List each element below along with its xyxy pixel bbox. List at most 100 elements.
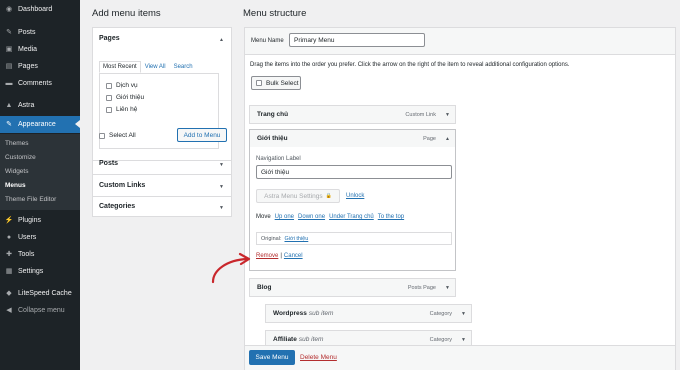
sidebar-item-users[interactable]: ● Users <box>0 229 80 246</box>
sidebar-item-label: Collapse menu <box>18 307 65 314</box>
sidebar-item-label: Astra <box>18 102 35 109</box>
navigation-label-input[interactable]: Giới thiệu <box>256 165 452 179</box>
chevron-down-icon: ▼ <box>219 162 224 168</box>
move-to-top-link[interactable]: To the top <box>378 214 404 220</box>
link-separator: | <box>280 253 282 259</box>
submenu-menus[interactable]: Menus <box>5 182 26 189</box>
menu-footer-bar: Save Menu Delete Menu <box>245 345 675 370</box>
sidebar-item-label: Posts <box>18 29 36 36</box>
sidebar-item-label: Plugins <box>18 217 41 224</box>
menu-structure-heading: Menu structure <box>243 8 307 19</box>
add-to-menu-button[interactable]: Add to Menu <box>177 128 227 142</box>
astra-settings-label: Astra Menu Settings <box>264 192 323 200</box>
select-all-label: Select All <box>109 132 136 139</box>
menu-item-blog[interactable]: Blog Posts Page ▼ <box>249 278 456 297</box>
tab-most-recent[interactable]: Most Recent <box>99 61 141 73</box>
drag-instructions: Drag the items into the order you prefer… <box>250 62 570 68</box>
pin-icon: ✎ <box>6 29 12 36</box>
delete-menu-link[interactable]: Delete Menu <box>300 354 337 361</box>
sidebar-item-astra[interactable]: ▲ Astra <box>0 97 80 114</box>
posts-section[interactable]: Posts ▼ <box>93 153 231 175</box>
move-under-link[interactable]: Under Trang chủ <box>329 214 374 220</box>
unlock-link[interactable]: Unlock <box>346 193 364 199</box>
sidebar-item-posts[interactable]: ✎ Posts <box>0 24 80 41</box>
chevron-down-icon[interactable]: ▼ <box>461 311 466 317</box>
original-label: Original: <box>261 235 282 242</box>
sidebar-item-label: Appearance <box>18 121 56 128</box>
move-links: Move Up one Down one Under Trang chủ To … <box>256 214 404 220</box>
checkbox[interactable] <box>106 106 112 113</box>
menu-name-input[interactable]: Primary Menu <box>289 33 425 47</box>
checkbox[interactable] <box>99 132 105 139</box>
menu-item-title: Giới thiệu <box>257 135 288 142</box>
chevron-up-icon[interactable]: ▲ <box>219 37 224 43</box>
cancel-link[interactable]: Cancel <box>284 253 303 259</box>
sidebar-item-media[interactable]: ▣ Media <box>0 41 80 58</box>
checkbox[interactable] <box>256 80 262 86</box>
dashboard-icon: ◉ <box>5 6 13 13</box>
menu-item-title: Blog <box>257 284 272 291</box>
menu-item-type: Posts Page <box>407 285 436 291</box>
submenu-widgets[interactable]: Widgets <box>5 168 28 175</box>
tab-view-all[interactable]: View All <box>141 61 170 73</box>
appearance-submenu: Themes Customize Widgets Menus Theme Fil… <box>0 134 80 210</box>
checkbox[interactable] <box>106 82 112 89</box>
menu-item-wordpress[interactable]: Wordpress sub item Category ▼ <box>265 304 472 323</box>
page-option-label: Liên hệ <box>116 106 138 113</box>
menu-item-title-text: Affiliate <box>273 336 297 343</box>
sidebar-item-litespeed-cache[interactable]: ◆ LiteSpeed Cache <box>0 285 80 302</box>
custom-links-section[interactable]: Custom Links ▼ <box>93 175 231 197</box>
original-page-link[interactable]: Giới thiệu <box>284 236 308 242</box>
sidebar-item-comments[interactable]: ▬ Comments <box>0 75 80 92</box>
media-icon: ▣ <box>5 46 13 53</box>
sidebar-item-dashboard[interactable]: ◉ Dashboard <box>0 1 80 18</box>
move-label: Move <box>256 214 271 220</box>
comment-icon: ▬ <box>5 80 13 87</box>
menu-item-title: Trang chủ <box>257 111 289 118</box>
submenu-theme-file-editor[interactable]: Theme File Editor <box>5 196 56 203</box>
sidebar-item-label: Media <box>18 46 38 53</box>
menu-item-gioi-thieu[interactable]: Giới thiệu Page ▲ <box>249 129 456 148</box>
move-down-one-link[interactable]: Down one <box>298 214 325 220</box>
remove-link[interactable]: Remove <box>256 253 278 259</box>
page-option-dich-vu[interactable]: Dịch vụ <box>106 82 138 89</box>
move-up-one-link[interactable]: Up one <box>275 214 294 220</box>
menu-item-title-text: Wordpress <box>273 310 307 317</box>
sidebar-item-appearance[interactable]: ✎ Appearance <box>0 116 80 133</box>
sidebar-item-tools[interactable]: ✚ Tools <box>0 246 80 263</box>
sidebar-item-plugins[interactable]: ⚡ Plugins <box>0 212 80 229</box>
page-option-label: Giới thiệu <box>116 94 145 101</box>
page-option-gioi-thieu[interactable]: Giới thiệu <box>106 94 144 101</box>
sidebar-item-label: Comments <box>18 80 52 87</box>
navigation-label-caption: Navigation Label <box>256 156 301 162</box>
sidebar-item-settings[interactable]: ▦ Settings <box>0 263 80 280</box>
wrench-icon: ✚ <box>6 251 12 258</box>
categories-section[interactable]: Categories ▼ <box>93 197 231 217</box>
pages-section-title[interactable]: Pages <box>99 35 120 42</box>
pages-section: Pages ▲ Most Recent View All Search Dịch… <box>93 28 231 161</box>
sidebar-item-pages[interactable]: ▤ Pages <box>0 58 80 75</box>
select-all-checkbox[interactable]: Select All <box>99 132 136 139</box>
submenu-themes[interactable]: Themes <box>5 140 28 147</box>
collapse-menu-button[interactable]: ◀ Collapse menu <box>0 302 80 319</box>
sidebar-item-label: Users <box>18 234 37 241</box>
menu-item-title: Wordpress sub item <box>273 310 333 317</box>
checkbox[interactable] <box>106 94 112 101</box>
tab-search[interactable]: Search <box>170 61 197 73</box>
save-menu-button[interactable]: Save Menu <box>249 350 295 365</box>
astra-menu-settings-button: Astra Menu Settings 🔒 <box>256 189 340 203</box>
annotation-arrow-icon <box>211 252 251 284</box>
chevron-down-icon[interactable]: ▼ <box>461 337 466 343</box>
chevron-down-icon[interactable]: ▼ <box>445 285 450 291</box>
page-option-label: Dịch vụ <box>116 82 138 89</box>
chevron-up-icon[interactable]: ▲ <box>445 136 450 142</box>
sidebar-item-label: Dashboard <box>18 6 53 13</box>
sub-item-label: sub item <box>298 336 324 343</box>
bulk-select-button[interactable]: Bulk Select <box>251 76 301 90</box>
menu-item-trang-chu[interactable]: Trang chủ Custom Link ▼ <box>249 105 456 124</box>
submenu-customize[interactable]: Customize <box>5 154 36 161</box>
menu-name-bar: Menu Name Primary Menu <box>245 28 675 55</box>
chevron-down-icon[interactable]: ▼ <box>445 112 450 118</box>
categories-section-title: Categories <box>99 203 136 210</box>
page-option-lien-he[interactable]: Liên hệ <box>106 106 137 113</box>
